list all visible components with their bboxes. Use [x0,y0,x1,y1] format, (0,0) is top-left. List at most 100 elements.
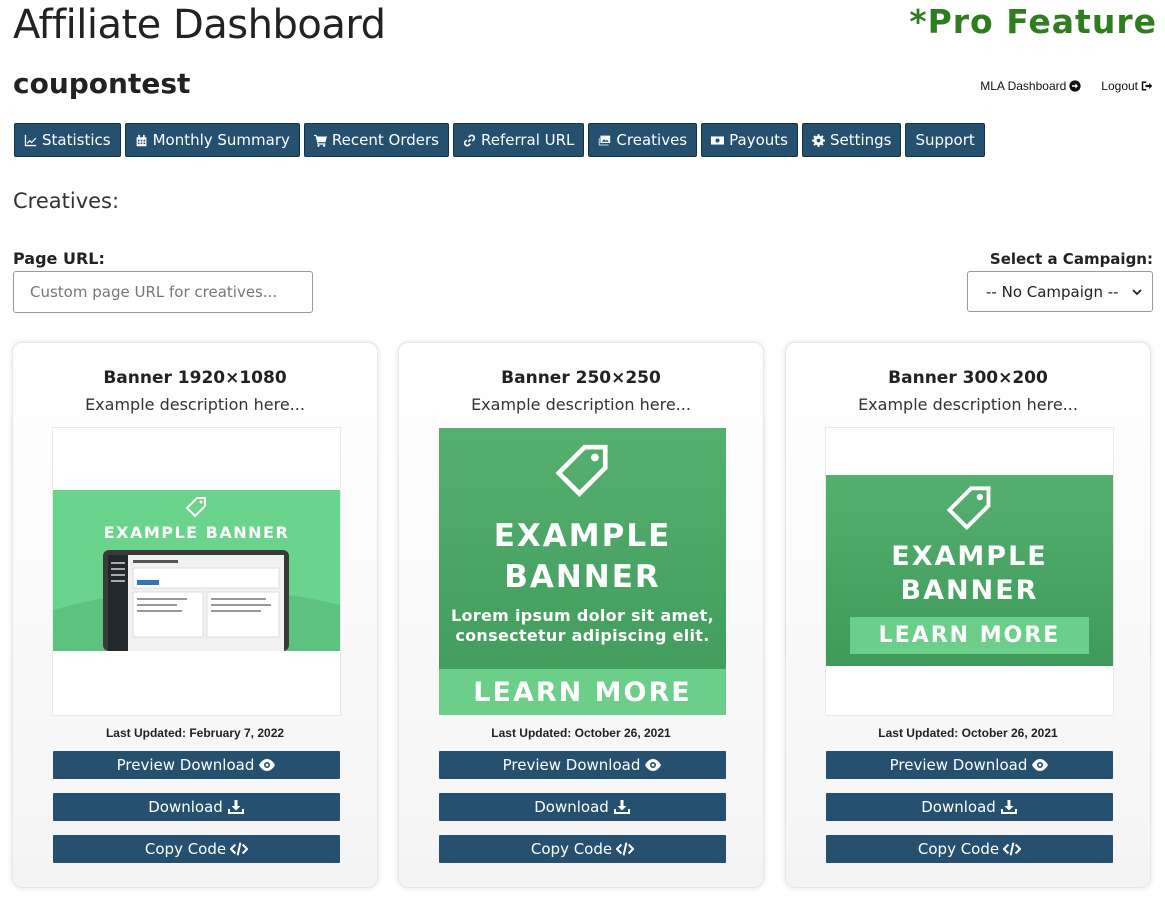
logout-link[interactable]: Logout [1101,79,1153,93]
mla-dashboard-label: MLA Dashboard [980,79,1067,93]
gear-icon [811,133,825,147]
price-tag-icon [185,497,206,518]
banner-text: EXAMPLE BANNER [103,523,290,542]
banner-subtext-2: consectetur adipiscing elit. [455,626,710,645]
arrow-circle-right-icon [1069,80,1081,92]
preview-download-button[interactable]: Preview Download [826,751,1113,779]
last-updated-label: Last Updated: [491,726,572,740]
nav-support-button[interactable]: Support [905,123,985,157]
creative-card: Banner 250×250 Example description here.… [398,342,764,888]
preview-download-label: Preview Download [116,756,255,774]
page-title: Affiliate Dashboard [13,2,386,48]
banner-300-image: EXAMPLE BANNER LEARN MORE [826,475,1113,666]
nav-support-label: Support [915,131,975,149]
last-updated: Last Updated: February 7, 2022 [13,726,377,740]
nav-referral-url-button[interactable]: Referral URL [452,123,585,157]
laptop-screenshot-illustration [53,550,340,651]
banner-line-2: BANNER [900,575,1039,606]
eye-icon [259,759,276,771]
banner-1920-image: EXAMPLE BANNER [53,490,340,651]
nav-recent-orders-label: Recent Orders [331,131,439,149]
banner-subtext-1: Lorem ipsum dolor sit amet, [450,606,715,625]
banner-250-image: EXAMPLE BANNER Lorem ipsum dolor sit ame… [439,428,726,715]
banner-line-2: BANNER [504,559,661,595]
download-button[interactable]: Download [439,793,726,821]
banner-line-1: EXAMPLE [891,541,1048,572]
price-tag-icon [946,486,991,531]
last-updated-label: Last Updated: [878,726,959,740]
creative-card: Banner 300×200 Example description here.… [785,342,1151,888]
preview-download-button[interactable]: Preview Download [53,751,340,779]
banner-line-1: EXAMPLE [493,518,672,554]
nav-settings-label: Settings [829,131,892,149]
download-icon [613,800,630,814]
nav-statistics-button[interactable]: Statistics [14,123,121,157]
code-icon [230,842,249,856]
price-tag-icon [555,444,608,497]
last-updated-label: Last Updated: [105,726,186,740]
download-label: Download [921,798,996,816]
banner-cta: LEARN MORE [439,669,726,715]
nav-monthly-summary-button[interactable]: Monthly Summary [124,123,300,157]
card-title: Banner 250×250 [501,368,661,388]
last-updated: Last Updated: October 26, 2021 [786,726,1150,740]
banner-cta-label: LEARN MORE [878,623,1061,648]
download-label: Download [534,798,609,816]
download-button[interactable]: Download [53,793,340,821]
nav-payouts-button[interactable]: Payouts [701,123,798,157]
link-icon [463,133,476,147]
banner-preview-image: EXAMPLE BANNER Lorem ipsum dolor sit ame… [438,427,727,716]
nav-settings-button[interactable]: Settings [801,123,902,157]
pro-feature-badge: *Pro Feature [909,2,1157,41]
preview-download-label: Preview Download [889,756,1028,774]
banner-preview-image: EXAMPLE BANNER LEARN MORE [825,427,1114,716]
creative-card: Banner 1920×1080 Example description her… [12,342,378,888]
card-description: Example description here... [471,395,691,414]
copy-code-label: Copy Code [917,840,1000,858]
last-updated: Last Updated: October 26, 2021 [399,726,763,740]
copy-code-button[interactable]: Copy Code [439,835,726,863]
card-title: Banner 1920×1080 [103,368,287,388]
download-button[interactable]: Download [826,793,1113,821]
download-icon [227,800,244,814]
copy-code-button[interactable]: Copy Code [53,835,340,863]
preview-download-button[interactable]: Preview Download [439,751,726,779]
banner-cta: LEARN MORE [850,617,1089,654]
card-description: Example description here... [85,395,305,414]
banner-preview-image: EXAMPLE BANNER [52,427,341,716]
last-updated-date: October 26, 2021 [574,726,671,740]
username-heading: coupontest [13,67,191,100]
creatives-heading: Creatives: [13,189,120,213]
code-icon [616,842,635,856]
nav-statistics-label: Statistics [42,131,111,149]
download-label: Download [148,798,223,816]
mla-dashboard-link[interactable]: MLA Dashboard [980,79,1081,93]
card-title: Banner 300×200 [888,368,1048,388]
chevron-down-icon [1132,288,1142,295]
nav-referral-url-label: Referral URL [480,131,575,149]
page-url-input[interactable] [13,271,313,313]
eye-icon [1032,759,1049,771]
nav-creatives-label: Creatives [616,131,688,149]
money-icon [711,135,725,145]
campaign-select[interactable]: -- No Campaign -- [967,271,1153,312]
last-updated-date: October 26, 2021 [961,726,1058,740]
campaign-label: Select a Campaign: [989,250,1153,268]
line-chart-icon [24,134,37,146]
nav-payouts-label: Payouts [729,131,788,149]
copy-code-label: Copy Code [144,840,227,858]
campaign-selected-value: -- No Campaign -- [986,282,1119,301]
page-url-label: Page URL: [13,249,105,268]
copy-code-button[interactable]: Copy Code [826,835,1113,863]
banner-cta-label: LEARN MORE [473,676,692,708]
nav-monthly-summary-label: Monthly Summary [152,131,290,149]
calendar-icon [136,134,146,146]
nav-recent-orders-button[interactable]: Recent Orders [303,123,449,157]
top-links: MLA Dashboard Logout [980,79,1153,93]
images-icon [599,135,611,145]
nav-creatives-button[interactable]: Creatives [588,123,698,157]
last-updated-date: February 7, 2022 [189,726,285,740]
sign-out-icon [1141,81,1153,91]
preview-download-label: Preview Download [502,756,641,774]
logout-label: Logout [1101,79,1138,93]
